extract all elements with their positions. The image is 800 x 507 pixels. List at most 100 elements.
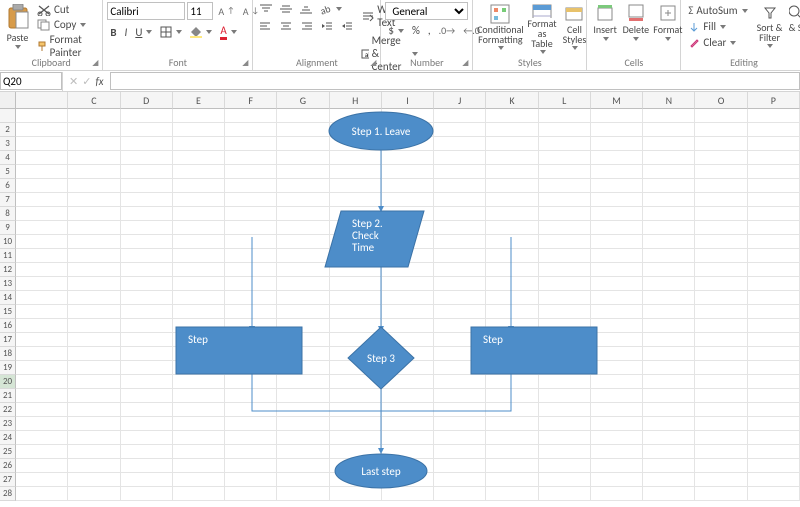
font-name-input[interactable] xyxy=(107,2,185,20)
cell[interactable] xyxy=(539,151,591,165)
align-bottom-button[interactable] xyxy=(297,2,315,16)
column-header[interactable]: E xyxy=(173,92,225,109)
cell[interactable] xyxy=(121,319,173,333)
cell[interactable] xyxy=(121,459,173,473)
cell[interactable] xyxy=(225,179,277,193)
cell[interactable] xyxy=(121,277,173,291)
cell[interactable] xyxy=(382,263,434,277)
cell[interactable] xyxy=(695,305,747,319)
cell[interactable] xyxy=(539,277,591,291)
cell[interactable] xyxy=(330,305,382,319)
cell[interactable] xyxy=(173,305,225,319)
row-header[interactable]: 6 xyxy=(0,179,16,193)
cell[interactable] xyxy=(225,109,277,123)
cell[interactable] xyxy=(695,333,747,347)
cell[interactable] xyxy=(434,207,486,221)
cell[interactable] xyxy=(382,291,434,305)
cell[interactable] xyxy=(173,235,225,249)
cell[interactable] xyxy=(225,305,277,319)
row-header[interactable]: 11 xyxy=(0,249,16,263)
row-header[interactable]: 2 xyxy=(0,123,16,137)
cell[interactable] xyxy=(748,221,800,235)
cell[interactable] xyxy=(643,221,695,235)
cell[interactable] xyxy=(486,487,538,501)
cell[interactable] xyxy=(434,431,486,445)
comma-style-button[interactable]: , xyxy=(425,23,434,38)
cell[interactable] xyxy=(173,109,225,123)
cell[interactable] xyxy=(591,333,643,347)
cell[interactable] xyxy=(591,137,643,151)
cell[interactable] xyxy=(225,473,277,487)
cell[interactable] xyxy=(16,235,68,249)
cell[interactable] xyxy=(539,165,591,179)
grow-font-button[interactable]: A↑ xyxy=(215,4,237,19)
cell[interactable] xyxy=(695,235,747,249)
cell[interactable] xyxy=(121,487,173,501)
cell[interactable] xyxy=(173,403,225,417)
cell[interactable] xyxy=(330,291,382,305)
cell[interactable] xyxy=(486,389,538,403)
cell[interactable] xyxy=(486,123,538,137)
cell[interactable] xyxy=(643,333,695,347)
chevron-down-icon[interactable] xyxy=(80,23,86,27)
cell[interactable] xyxy=(382,417,434,431)
cell[interactable] xyxy=(591,263,643,277)
align-left-button[interactable] xyxy=(257,19,275,33)
cell[interactable] xyxy=(173,445,225,459)
cell[interactable] xyxy=(225,389,277,403)
formula-input[interactable] xyxy=(110,72,800,90)
cell[interactable] xyxy=(434,291,486,305)
select-all-corner[interactable] xyxy=(0,92,16,109)
column-header[interactable]: K xyxy=(486,92,538,109)
cell[interactable] xyxy=(748,361,800,375)
cell[interactable] xyxy=(277,487,329,501)
cell[interactable] xyxy=(434,249,486,263)
cell[interactable] xyxy=(643,277,695,291)
cell[interactable] xyxy=(539,417,591,431)
cell[interactable] xyxy=(486,347,538,361)
cell[interactable] xyxy=(68,277,120,291)
cell[interactable] xyxy=(486,431,538,445)
cell[interactable] xyxy=(277,431,329,445)
cell[interactable] xyxy=(539,389,591,403)
cell[interactable] xyxy=(382,389,434,403)
cell[interactable] xyxy=(330,249,382,263)
fill-color-button[interactable] xyxy=(187,25,215,39)
cell[interactable] xyxy=(330,389,382,403)
cell[interactable] xyxy=(68,361,120,375)
cell[interactable] xyxy=(434,235,486,249)
cell[interactable] xyxy=(695,277,747,291)
find-select-button[interactable]: Find & Select xyxy=(789,2,800,56)
cell[interactable] xyxy=(434,389,486,403)
cell[interactable] xyxy=(382,221,434,235)
cell[interactable] xyxy=(695,473,747,487)
cell[interactable] xyxy=(643,137,695,151)
cell[interactable] xyxy=(695,417,747,431)
cell[interactable] xyxy=(16,193,68,207)
cell[interactable] xyxy=(277,319,329,333)
cell[interactable] xyxy=(277,375,329,389)
cell[interactable] xyxy=(539,473,591,487)
cell[interactable] xyxy=(591,403,643,417)
cell[interactable] xyxy=(748,179,800,193)
cell[interactable] xyxy=(382,375,434,389)
cell[interactable] xyxy=(68,179,120,193)
row-header[interactable]: 20 xyxy=(0,375,16,389)
cell[interactable] xyxy=(68,319,120,333)
cell[interactable] xyxy=(173,473,225,487)
cell[interactable] xyxy=(121,207,173,221)
cancel-formula-icon[interactable]: ✕ xyxy=(69,75,78,88)
cell[interactable] xyxy=(121,375,173,389)
cell[interactable] xyxy=(225,459,277,473)
cell[interactable] xyxy=(173,263,225,277)
copy-button[interactable]: Copy xyxy=(34,17,98,32)
cell[interactable] xyxy=(330,137,382,151)
cell[interactable] xyxy=(643,361,695,375)
name-box[interactable] xyxy=(0,72,62,90)
cell[interactable] xyxy=(486,137,538,151)
cell[interactable] xyxy=(434,137,486,151)
cell[interactable] xyxy=(330,403,382,417)
cell[interactable] xyxy=(486,193,538,207)
column-header[interactable]: H xyxy=(330,92,382,109)
cell[interactable] xyxy=(225,277,277,291)
